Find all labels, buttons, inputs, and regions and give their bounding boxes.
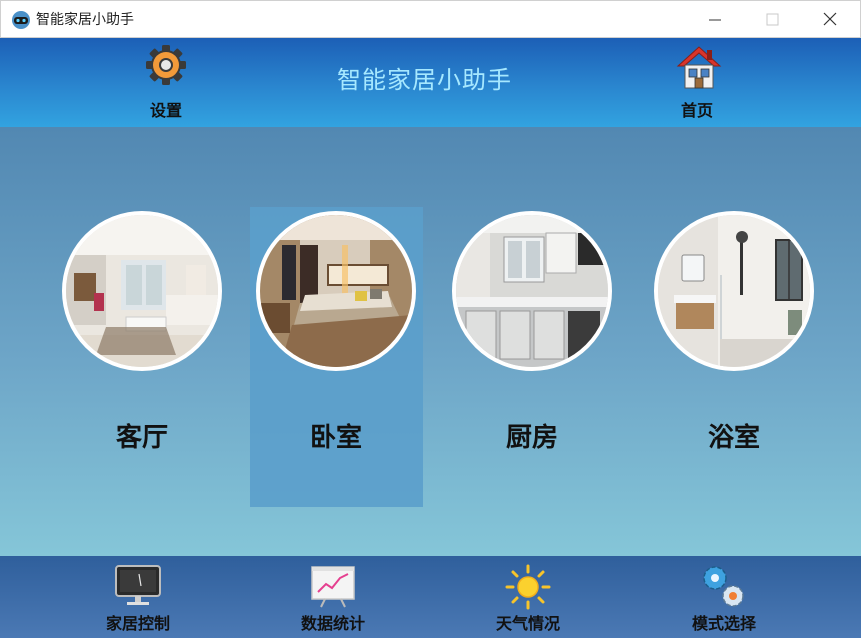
room-label-bathroom: 浴室 (707, 423, 760, 453)
gears-icon (703, 566, 744, 607)
window-title-bar: 智能家居小助手 (0, 0, 861, 38)
room-label-kitchen: 厨房 (505, 423, 558, 453)
living-room-photo (62, 211, 222, 371)
bottom-nav: 家居控制 数据统计 天气情况 模式选择 (0, 556, 861, 638)
room-bedroom[interactable]: 卧室 (256, 211, 416, 461)
nav-weather[interactable]: 天气情况 (473, 560, 583, 636)
minimize-icon (709, 19, 721, 21)
house-icon (676, 46, 722, 89)
monitor-icon (115, 565, 161, 605)
nav-label-statistics: 数据统计 (300, 614, 365, 633)
sun-icon (505, 564, 551, 610)
chart-board-icon (311, 566, 355, 608)
bedroom-photo (256, 211, 416, 371)
settings-label: 设置 (149, 101, 182, 120)
home-label: 首页 (680, 101, 713, 120)
room-selector: 客厅 卧室 厨房 浴室 (0, 127, 861, 556)
nav-label-home-control: 家居控制 (105, 614, 170, 633)
window-title: 智能家居小助手 (36, 12, 134, 28)
nav-label-mode-select: 模式选择 (691, 614, 756, 633)
nav-label-weather: 天气情况 (495, 614, 560, 633)
room-kitchen[interactable]: 厨房 (452, 211, 612, 461)
page-title: 智能家居小助手 (337, 66, 512, 94)
minimize-button[interactable] (700, 5, 730, 35)
maximize-button[interactable] (757, 5, 787, 35)
close-button[interactable] (815, 5, 845, 35)
close-icon (823, 12, 837, 26)
nav-home-control[interactable]: 家居控制 (83, 560, 193, 636)
robot-app-icon (12, 11, 30, 29)
room-living-room[interactable]: 客厅 (62, 211, 222, 461)
settings-button[interactable]: 设置 (131, 44, 201, 120)
room-bathroom[interactable]: 浴室 (654, 211, 814, 461)
room-label-living-room: 客厅 (115, 423, 168, 453)
app-header: 设置 智能家居小助手 首页 (0, 38, 861, 127)
bathroom-photo (654, 211, 814, 371)
nav-mode-select[interactable]: 模式选择 (669, 560, 779, 636)
nav-statistics[interactable]: 数据统计 (278, 560, 388, 636)
gear-icon (146, 45, 186, 85)
room-label-bedroom: 卧室 (309, 423, 362, 453)
kitchen-photo (452, 211, 612, 371)
maximize-icon (766, 13, 779, 26)
home-button[interactable]: 首页 (662, 44, 732, 120)
